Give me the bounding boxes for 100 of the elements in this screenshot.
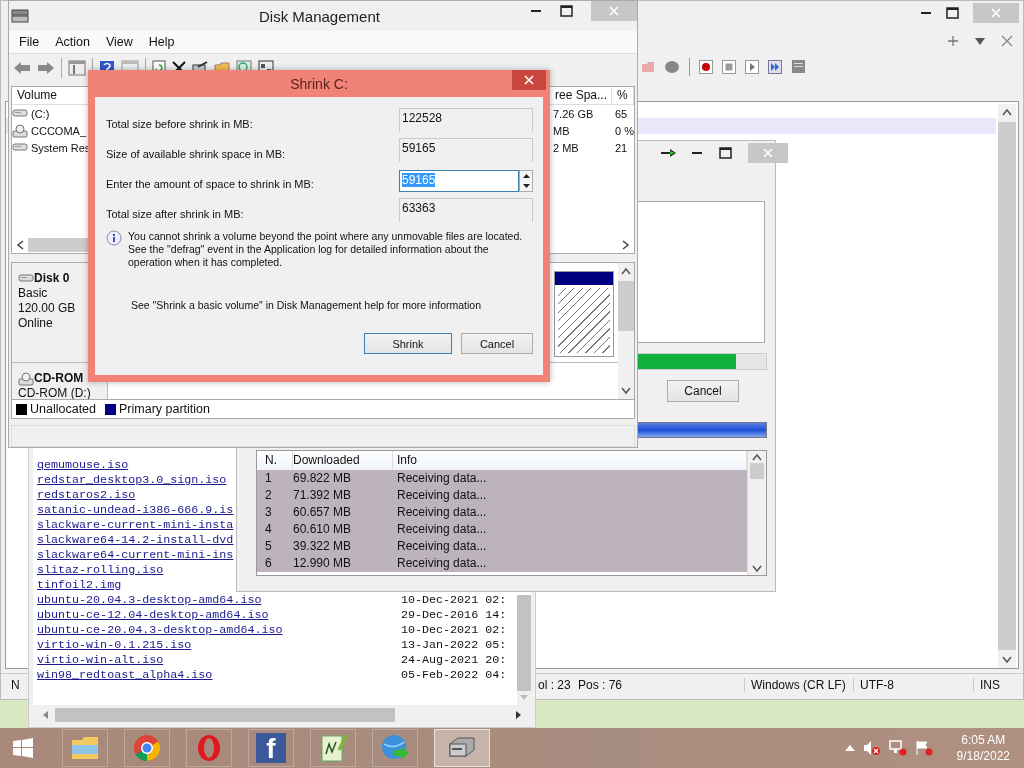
scroll-up-icon[interactable] xyxy=(752,453,762,461)
table-row[interactable]: 5 39.322 MB Receiving data... xyxy=(257,538,747,555)
table-cell-text: 69.822 MB xyxy=(293,470,353,487)
table-row[interactable]: 1 69.822 MB Receiving data... xyxy=(257,470,747,487)
scroll-up-icon[interactable] xyxy=(1002,108,1012,116)
forward-arrow-icon[interactable] xyxy=(37,61,55,75)
scroll-thumb[interactable] xyxy=(618,281,634,331)
play-icon[interactable] xyxy=(745,60,759,74)
file-date: 29-Dec-2016 14: xyxy=(401,608,508,623)
fast-forward-icon[interactable] xyxy=(768,60,782,74)
table-cell-text: 1 xyxy=(264,470,273,487)
close-icon[interactable] xyxy=(1001,35,1013,47)
network-icon[interactable] xyxy=(888,740,907,756)
back-arrow-icon[interactable] xyxy=(13,61,31,75)
taskbar-button[interactable] xyxy=(124,729,170,767)
status-text: UTF-8 xyxy=(853,678,894,692)
disc-icon[interactable] xyxy=(664,60,680,74)
maximize-icon[interactable] xyxy=(946,7,959,19)
spin-buttons[interactable] xyxy=(519,170,533,192)
file-link[interactable]: redstar_desktop3.0_sign.iso xyxy=(37,473,227,488)
file-link[interactable]: ubuntu-ce-20.04.3-desktop-amd64.iso xyxy=(37,623,283,638)
file-link[interactable]: slackware-current-mini-insta xyxy=(37,518,234,533)
scroll-up-icon[interactable] xyxy=(621,267,631,275)
scroll-thumb[interactable] xyxy=(750,463,764,479)
disk-info: CD-ROM (D:) xyxy=(18,386,92,399)
flag-icon[interactable] xyxy=(914,740,933,756)
dropdown-icon[interactable] xyxy=(974,35,986,47)
dialog-title: Shrink C: xyxy=(290,76,348,92)
scroll-down-icon[interactable] xyxy=(621,387,631,395)
taskbar-button[interactable] xyxy=(310,729,356,767)
scrollbar[interactable] xyxy=(747,451,766,575)
taskbar-button[interactable]: f xyxy=(248,729,294,767)
scroll-down-icon[interactable] xyxy=(752,565,762,573)
file-link[interactable]: slackware64-14.2-install-dvd xyxy=(37,533,234,548)
cancel-button[interactable]: Cancel xyxy=(667,380,739,402)
file-link[interactable]: slackware64-current-mini-ins xyxy=(37,548,234,563)
table-row[interactable]: 6 12.990 MB Receiving data... xyxy=(257,555,747,572)
file-date: 05-Feb-2022 04: xyxy=(401,668,508,683)
window-title: Disk Management xyxy=(259,8,380,25)
plus-icon[interactable] xyxy=(947,35,959,47)
file-link[interactable]: qemumouse.iso xyxy=(37,458,129,473)
file-link[interactable]: win98_redtoast_alpha4.iso xyxy=(37,668,213,683)
menu-item[interactable]: Help xyxy=(148,35,175,49)
table-cell-text: Receiving data... xyxy=(396,504,488,521)
status-text: N xyxy=(10,678,20,692)
file-link[interactable]: ubuntu-ce-12.04-desktop-amd64.iso xyxy=(37,608,269,623)
menu-item[interactable]: File xyxy=(19,35,40,49)
file-link[interactable]: slitaz-rolling.iso xyxy=(37,563,164,578)
scrollbar[interactable] xyxy=(618,263,634,399)
file-link[interactable]: ubuntu-20.04.3-desktop-amd64.iso xyxy=(37,593,262,608)
muted-speaker-icon[interactable] xyxy=(862,740,881,756)
table-row[interactable]: 3 60.657 MB Receiving data... xyxy=(257,504,747,521)
shrink-button[interactable]: Shrink xyxy=(364,333,452,354)
scroll-thumb[interactable] xyxy=(55,708,395,722)
grid-icon[interactable] xyxy=(68,60,86,76)
readonly-field: 59165 xyxy=(399,138,533,162)
show-hidden-icons-icon[interactable] xyxy=(844,744,855,752)
disk-name: Disk 0 xyxy=(34,271,70,286)
table-cell-text: 2 MB xyxy=(552,141,580,154)
taskbar-button[interactable] xyxy=(186,729,232,767)
windows-logo-icon[interactable] xyxy=(12,737,34,759)
close-button[interactable] xyxy=(512,70,546,90)
maximize-icon[interactable] xyxy=(719,147,732,159)
table-cell-text: 60.657 MB xyxy=(293,504,353,521)
drive-label[interactable]: CCCOMA_ xyxy=(31,124,86,137)
info-text: You cannot shrink a volume beyond the point where any unmovable files are located. See the "defrag" event in the Application log for detailed information about the operation when it has completed. xyxy=(128,230,524,269)
file-link[interactable]: virtio-win-alt.iso xyxy=(37,653,164,668)
scroll-right-icon[interactable] xyxy=(515,710,523,720)
field-label: Enter the amount of space to shrink in MB: xyxy=(106,177,315,190)
drive-label[interactable]: (C:) xyxy=(31,107,50,120)
file-link[interactable]: virtio-win-0.1.215.iso xyxy=(37,638,192,653)
file-link[interactable]: redstaros2.iso xyxy=(37,488,136,503)
menu-item[interactable]: View xyxy=(105,35,133,49)
column-header[interactable]: % xyxy=(612,87,634,105)
table-cell-text: 4 xyxy=(264,521,273,538)
up-arrow-icon[interactable] xyxy=(522,174,530,178)
stop-icon[interactable] xyxy=(722,60,736,74)
scroll-down-icon[interactable] xyxy=(1002,656,1012,664)
scroll-left-icon[interactable] xyxy=(16,240,24,250)
help-text: See "Shrink a basic volume" in Disk Management help for more information xyxy=(131,299,483,311)
status-text: Windows (CR LF) xyxy=(744,678,846,692)
file-link[interactable]: satanic-undead-i386-666.9.is xyxy=(37,503,234,518)
record-icon[interactable] xyxy=(699,60,713,74)
maximize-icon[interactable] xyxy=(560,5,573,17)
table-row[interactable]: 2 71.392 MB Receiving data... xyxy=(257,487,747,504)
table-cell-text: 71.392 MB xyxy=(293,487,353,504)
legend-label: Primary partition xyxy=(119,402,210,416)
arrow-icon[interactable] xyxy=(661,148,677,158)
menu-item[interactable]: Action xyxy=(55,35,90,49)
document-icon[interactable] xyxy=(791,59,807,75)
file-link[interactable]: tinfoil2.img xyxy=(37,578,122,593)
field-label: Size of available shrink space in MB: xyxy=(106,147,287,160)
taskbar-button[interactable] xyxy=(62,729,108,767)
scroll-right-icon[interactable] xyxy=(622,240,630,250)
table-row[interactable]: 4 60.610 MB Receiving data... xyxy=(257,521,747,538)
down-arrow-icon[interactable] xyxy=(522,184,530,188)
cancel-button[interactable]: Cancel xyxy=(461,333,533,354)
taskbar-button[interactable] xyxy=(434,729,490,767)
status-text: INS xyxy=(973,678,1000,692)
partition-block[interactable] xyxy=(554,271,614,357)
